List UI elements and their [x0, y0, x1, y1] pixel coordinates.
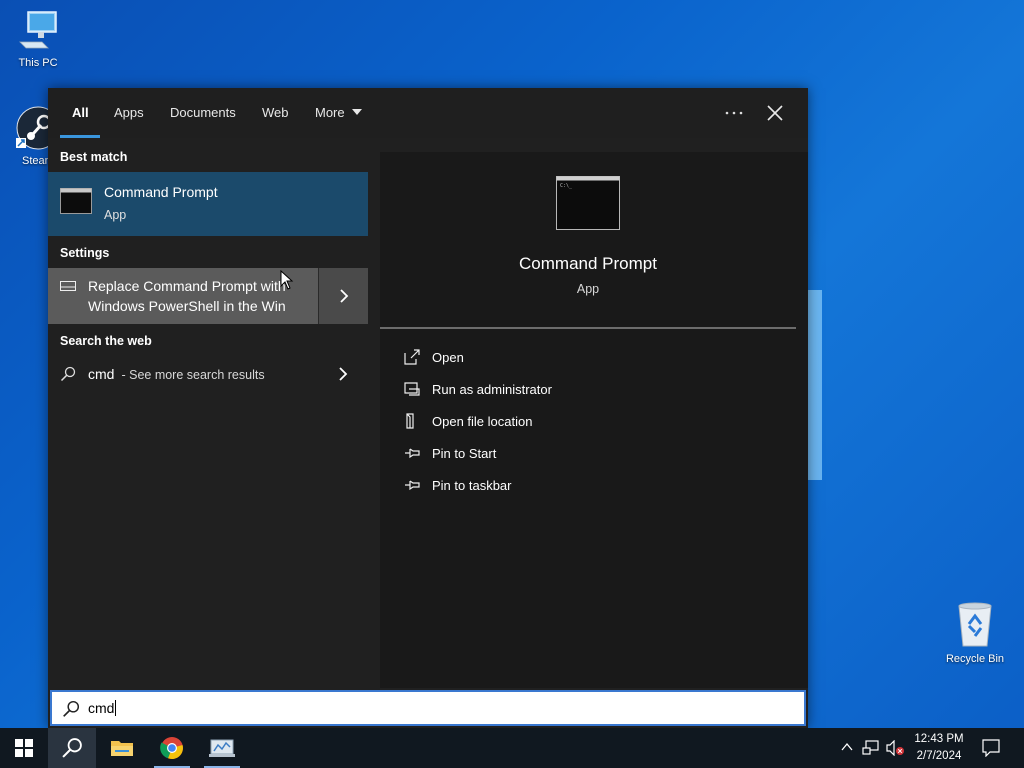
text-caret	[115, 700, 117, 716]
command-prompt-large-icon: C:\_	[556, 176, 620, 230]
network-icon[interactable]	[862, 740, 880, 756]
steam-icon	[16, 106, 48, 153]
preview-subtitle: App	[576, 282, 600, 296]
chevron-right-icon	[340, 289, 349, 303]
desktop-icon-steam[interactable]: Steam	[2, 106, 48, 167]
ellipsis-icon	[725, 111, 743, 115]
taskbar-chrome[interactable]	[148, 728, 196, 768]
desktop-icon-this-pc[interactable]: This PC	[0, 8, 76, 69]
wallpaper-light-edge	[808, 290, 822, 480]
best-match-subtitle: App	[104, 208, 127, 222]
system-clock[interactable]: 12:43 PM 2/7/2024	[910, 731, 968, 765]
search-tabs-bar: All Apps Documents Web More	[48, 88, 808, 138]
shield-icon	[404, 382, 420, 396]
control-panel-icon	[209, 739, 235, 757]
best-match-item[interactable]: Command Prompt App	[48, 172, 368, 236]
tab-more-label: More	[315, 105, 345, 120]
file-location-icon	[406, 413, 414, 429]
settings-result-line2: Windows PowerShell in the Win	[88, 298, 286, 314]
volume-muted-icon[interactable]	[886, 740, 906, 756]
results-list: Best match Command Prompt App Settings R…	[48, 138, 368, 688]
search-box[interactable]: cmd	[50, 690, 806, 726]
desktop-icon-label: Steam	[22, 155, 48, 167]
preview-divider	[380, 327, 796, 329]
chevron-right-icon	[339, 367, 348, 381]
caret-down-icon	[352, 109, 363, 115]
search-input-value: cmd	[88, 700, 115, 716]
tab-apps[interactable]: Apps	[114, 105, 144, 120]
more-options-button[interactable]	[720, 102, 748, 124]
action-open-file-location-label: Open file location	[432, 414, 533, 429]
close-button[interactable]	[764, 102, 786, 124]
computer-icon	[0, 8, 76, 55]
settings-heading: Settings	[60, 246, 110, 260]
chrome-icon	[160, 737, 183, 760]
notification-icon[interactable]	[982, 739, 1000, 757]
tab-all[interactable]: All	[72, 105, 89, 120]
taskbar: 12:43 PM 2/7/2024	[0, 728, 1024, 768]
tab-web[interactable]: Web	[262, 105, 289, 120]
search-icon	[63, 700, 80, 717]
taskbar-search-button[interactable]	[48, 728, 96, 768]
action-run-as-admin-label: Run as administrator	[432, 382, 552, 397]
preview-title: Command Prompt	[519, 254, 657, 273]
recycle-bin-icon	[937, 602, 1013, 651]
action-open-label: Open	[432, 350, 464, 365]
taskbar-control-panel[interactable]	[198, 728, 246, 768]
desktop-icon-label: This PC	[18, 57, 58, 69]
tab-documents[interactable]: Documents	[170, 105, 236, 120]
search-panel: All Apps Documents Web More Best match C…	[48, 88, 808, 728]
close-icon	[767, 105, 783, 121]
best-match-title: Command Prompt	[104, 184, 218, 200]
best-match-heading: Best match	[60, 150, 128, 164]
web-search-item[interactable]: cmd - See more search results	[48, 352, 368, 396]
clock-time: 12:43 PM	[914, 733, 964, 745]
pin-icon	[405, 448, 420, 459]
folder-icon	[111, 741, 133, 756]
taskbar-file-explorer[interactable]	[98, 728, 146, 768]
clock-date: 2/7/2024	[916, 750, 962, 762]
action-pin-to-taskbar-label: Pin to taskbar	[432, 478, 512, 493]
svg-text:C:\_: C:\_	[560, 183, 573, 189]
search-icon	[62, 738, 82, 758]
search-web-heading: Search the web	[60, 334, 152, 348]
settings-taskbar-icon	[60, 281, 76, 291]
mouse-cursor-icon	[280, 270, 294, 290]
windows-logo-icon	[15, 739, 33, 757]
command-prompt-icon	[60, 188, 92, 214]
start-button[interactable]	[0, 728, 48, 768]
desktop-icon-recycle-bin[interactable]: Recycle Bin	[937, 602, 1013, 665]
settings-expand-button[interactable]	[318, 268, 368, 324]
web-search-query: cmd	[88, 366, 115, 382]
tab-more[interactable]: More	[315, 105, 363, 120]
chevron-up-icon[interactable]	[840, 740, 854, 754]
open-icon	[404, 349, 420, 365]
action-pin-to-start-label: Pin to Start	[432, 446, 497, 461]
pin-icon	[405, 480, 420, 491]
desktop-icon-label: Recycle Bin	[945, 653, 1005, 665]
search-icon	[60, 366, 76, 382]
web-search-suffix: - See more search results	[118, 368, 265, 382]
search-input[interactable]: cmd	[88, 700, 117, 716]
